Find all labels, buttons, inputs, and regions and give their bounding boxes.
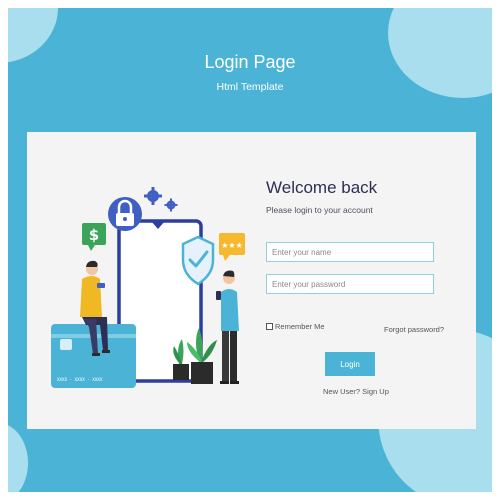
card-number: XXXX - XXXX - XXXX — [57, 377, 103, 382]
dollar-chat-icon: $ — [82, 223, 106, 251]
welcome-subheading: Please login to your account — [266, 205, 373, 215]
gear-icon — [144, 187, 178, 212]
svg-text:★★★: ★★★ — [221, 241, 243, 250]
login-button[interactable]: Login — [325, 352, 375, 376]
signup-link[interactable]: New User? Sign Up — [323, 387, 389, 396]
remember-me-label: Remember Me — [275, 322, 325, 331]
forgot-password-link[interactable]: Forgot password? — [384, 325, 444, 334]
login-card: $ ★★★ XXXX - XXXX - XXXX Welcome back Pl… — [27, 132, 476, 429]
login-page: Login Page Html Template $ ★★★ XXXX - XX… — [8, 8, 492, 492]
password-input[interactable] — [266, 274, 434, 294]
standing-person-figure — [216, 270, 239, 384]
svg-text:$: $ — [89, 226, 99, 244]
padlock-icon — [108, 197, 142, 231]
login-illustration: $ ★★★ XXXX - XXXX - XXXX — [51, 187, 245, 388]
remember-me-checkbox[interactable]: Remember Me — [266, 322, 325, 331]
checkbox-box[interactable] — [266, 323, 273, 330]
name-input[interactable] — [266, 242, 434, 262]
star-rating-chat-icon: ★★★ — [219, 233, 245, 261]
page-title: Login Page — [204, 52, 296, 72]
decorative-blob-bottom-left — [8, 423, 28, 492]
screenshot-frame: Login Page Html Template $ ★★★ XXXX - XX… — [0, 0, 500, 500]
page-subtitle: Html Template — [216, 81, 284, 93]
welcome-heading: Welcome back — [266, 178, 378, 197]
